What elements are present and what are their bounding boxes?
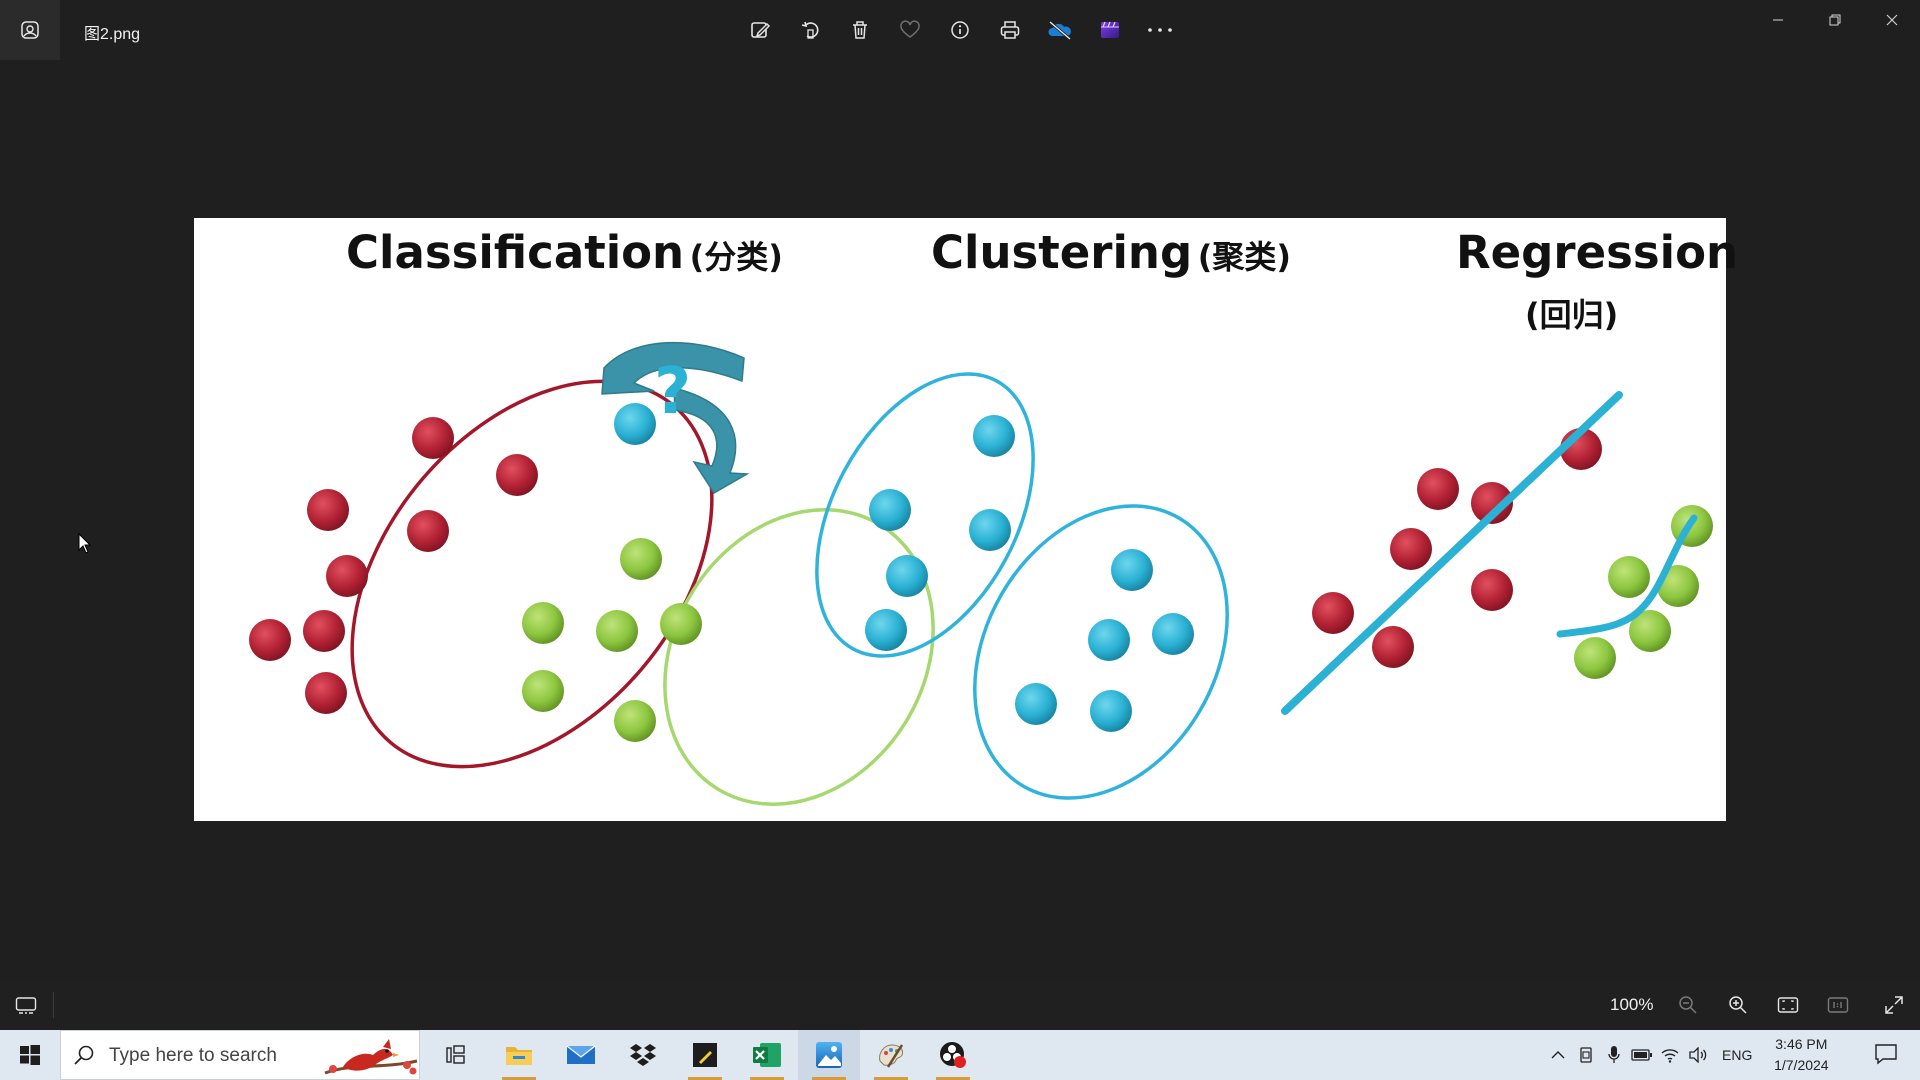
green-point: [522, 670, 564, 712]
green-point: [1608, 556, 1650, 598]
cyan-point: [1090, 690, 1132, 732]
status-divider: [53, 992, 54, 1018]
clipchamp-icon[interactable]: [1085, 10, 1135, 50]
info-icon[interactable]: [935, 10, 985, 50]
zoom-level[interactable]: 100%: [1610, 995, 1653, 1015]
search-input[interactable]: [109, 1043, 339, 1069]
wifi-icon[interactable]: [1656, 1030, 1684, 1080]
excel-icon[interactable]: [736, 1030, 798, 1080]
red-point: [1390, 528, 1432, 570]
red-points: [249, 417, 538, 714]
windows-taskbar: ENG 3:46 PM 1/7/2024: [0, 1030, 1920, 1080]
battery-icon[interactable]: [1628, 1030, 1656, 1080]
mail-icon[interactable]: [550, 1030, 612, 1080]
title-bar: 图2.png: [0, 0, 1920, 60]
cardinal-bird-icon: [324, 1039, 418, 1075]
fit-to-window-icon[interactable]: [1772, 990, 1804, 1020]
linear-regression-line: [1281, 391, 1623, 715]
edit-image-icon[interactable]: [735, 10, 785, 50]
mouse-cursor-icon: [78, 533, 92, 554]
actual-size-icon[interactable]: [1822, 990, 1854, 1020]
cyan-point: [886, 555, 928, 597]
green-point: [1574, 637, 1616, 679]
close-icon[interactable]: [1863, 0, 1920, 40]
red-point: [1417, 468, 1459, 510]
rotate-icon[interactable]: [785, 10, 835, 50]
cyan-point: [973, 415, 1015, 457]
green-point: [620, 538, 662, 580]
task-view-icon[interactable]: [426, 1030, 488, 1080]
green-points: [522, 538, 702, 742]
cyan-point: [865, 609, 907, 651]
green-point: [660, 603, 702, 645]
onedrive-icon[interactable]: [1035, 10, 1085, 50]
red-point: [307, 489, 349, 531]
minimize-icon[interactable]: [1749, 0, 1806, 40]
volume-icon[interactable]: [1684, 1030, 1712, 1080]
red-point: [249, 619, 291, 661]
notification-icon[interactable]: [1874, 1042, 1898, 1066]
system-tray: ENG 3:46 PM 1/7/2024: [1544, 1030, 1836, 1080]
taskbar-search[interactable]: [60, 1030, 420, 1080]
paint-icon[interactable]: [860, 1030, 922, 1080]
delete-icon[interactable]: [835, 10, 885, 50]
cyan-point: [1152, 613, 1194, 655]
dropbox-icon[interactable]: [612, 1030, 674, 1080]
red-point: [412, 417, 454, 459]
taskbar-apps: [426, 1030, 984, 1080]
cyan-point: [1088, 619, 1130, 661]
photos-app-window: 图2.png Classification (分类) Clustering (聚…: [0, 0, 1920, 1030]
full-screen-icon[interactable]: [1878, 990, 1910, 1020]
red-point: [496, 454, 538, 496]
device-icon[interactable]: [1572, 1030, 1600, 1080]
clock-time: 3:46 PM: [1775, 1036, 1828, 1052]
green-point: [596, 610, 638, 652]
regression-green-points: [1574, 505, 1713, 679]
question-mark: ?: [654, 355, 691, 429]
file-name: 图2.png: [84, 26, 141, 43]
favorite-icon[interactable]: [885, 10, 935, 50]
language-indicator[interactable]: ENG: [1722, 1047, 1752, 1063]
ml-illustration: ?: [249, 341, 1713, 806]
filmstrip-icon[interactable]: [10, 990, 42, 1020]
search-icon: [74, 1045, 94, 1065]
sticky-notes-icon[interactable]: [674, 1030, 736, 1080]
chevron-up-icon[interactable]: [1544, 1030, 1572, 1080]
cyan-point: [1111, 549, 1153, 591]
clock[interactable]: 3:46 PM 1/7/2024: [1766, 1034, 1836, 1076]
obs-icon[interactable]: [922, 1030, 984, 1080]
green-point: [614, 700, 656, 742]
red-point: [407, 510, 449, 552]
cyan-point: [969, 509, 1011, 551]
image-toolbar: [735, 10, 1185, 50]
photo-status-bar: 100%: [0, 980, 1920, 1030]
red-point: [1372, 626, 1414, 668]
red-point: [1471, 569, 1513, 611]
window-controls: [1749, 0, 1920, 40]
red-point: [1312, 592, 1354, 634]
red-point: [326, 555, 368, 597]
photos-taskbar-icon[interactable]: [798, 1030, 860, 1080]
microphone-icon[interactable]: [1600, 1030, 1628, 1080]
cyan-point: [1015, 683, 1057, 725]
cyan-point: [869, 489, 911, 531]
unknown-point: [614, 403, 656, 445]
more-icon[interactable]: [1135, 10, 1185, 50]
photos-icon[interactable]: [0, 0, 60, 60]
green-point: [522, 602, 564, 644]
zoom-out-icon[interactable]: [1672, 990, 1704, 1020]
file-explorer-icon[interactable]: [488, 1030, 550, 1080]
windows-logo-icon: [20, 1045, 40, 1065]
start-button[interactable]: [0, 1030, 60, 1080]
print-icon[interactable]: [985, 10, 1035, 50]
restore-icon[interactable]: [1806, 0, 1863, 40]
zoom-in-icon[interactable]: [1722, 990, 1754, 1020]
red-point: [305, 672, 347, 714]
displayed-image: Classification (分类) Clustering (聚类) Regr…: [194, 218, 1738, 821]
red-point: [303, 610, 345, 652]
cluster-boundary-1: [815, 372, 1035, 658]
clock-date: 1/7/2024: [1774, 1057, 1829, 1073]
cluster-points: [865, 415, 1194, 732]
